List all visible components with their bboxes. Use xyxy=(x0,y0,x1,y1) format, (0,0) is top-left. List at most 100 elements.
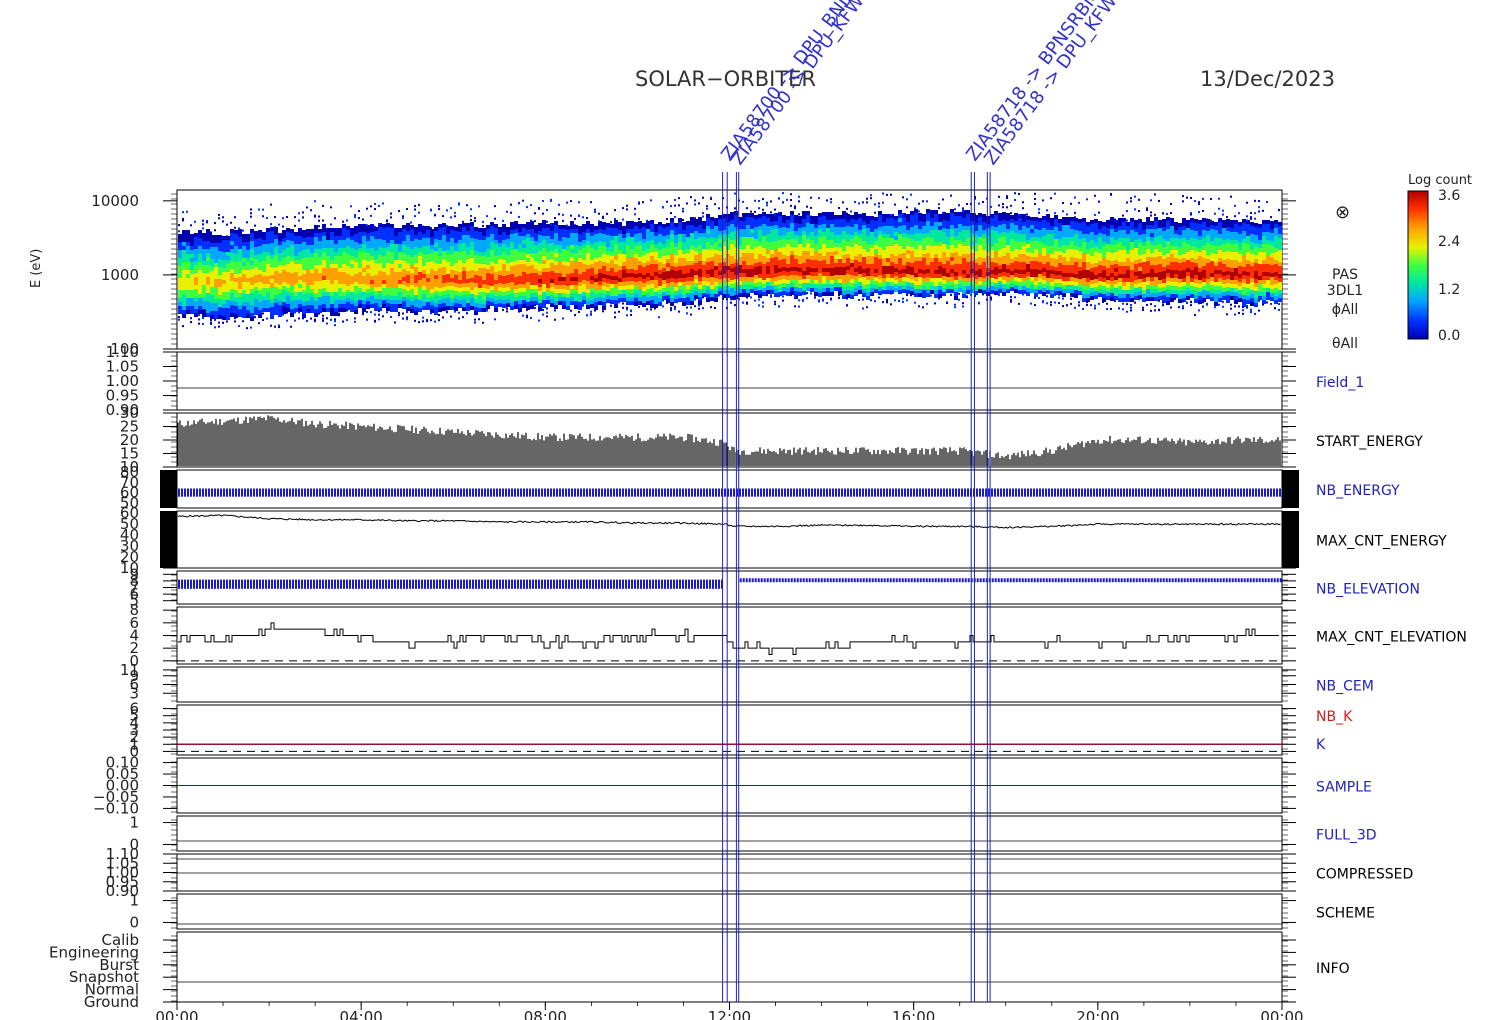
spectrogram-speckle xyxy=(858,299,860,302)
spectrogram-cell xyxy=(398,292,402,296)
spectrogram-cell xyxy=(478,280,482,284)
spectrogram-cell xyxy=(426,270,430,274)
spectrogram-cell xyxy=(198,246,202,250)
spectrogram-cell xyxy=(886,238,890,242)
spectrogram-cell xyxy=(610,284,614,288)
spectrogram-cell xyxy=(442,283,446,287)
spectrogram-speckle xyxy=(542,212,544,215)
spectrogram-cell xyxy=(850,275,854,279)
spectrogram-cell xyxy=(698,237,702,241)
spectrogram-cell xyxy=(490,270,494,274)
spectrogram-cell xyxy=(262,272,266,276)
spectrogram-cell xyxy=(394,240,398,244)
ytick-scheme-1: 0 xyxy=(129,913,139,931)
spectrogram-cell xyxy=(762,260,766,264)
ytick-full-3d-0: 1 xyxy=(129,814,139,832)
spectrogram-speckle xyxy=(542,313,544,316)
spectrogram-cell xyxy=(298,280,302,284)
spectrogram-cell xyxy=(762,268,766,272)
spectrogram-cell xyxy=(318,273,322,277)
spectrogram-cell xyxy=(254,271,258,275)
spectrogram-speckle xyxy=(806,292,808,295)
spectrogram-cell xyxy=(706,266,710,270)
spectrogram-cell xyxy=(874,273,878,277)
spectrogram-cell xyxy=(554,285,558,289)
spectrogram-cell xyxy=(430,281,434,285)
spectrogram-cell xyxy=(566,242,570,246)
spectrogram-cell xyxy=(594,230,598,234)
spectrogram-cell xyxy=(710,225,714,229)
spectrogram-cell xyxy=(470,234,474,238)
spectrogram-cell xyxy=(682,226,686,230)
spectrogram-speckle xyxy=(270,203,272,206)
spectrogram-cell xyxy=(454,307,458,311)
spectrogram-speckle xyxy=(902,300,904,303)
spectrogram-cell xyxy=(550,259,554,263)
spectrogram-cell xyxy=(314,245,318,249)
spectrogram-cell xyxy=(826,244,830,248)
spectrogram-cell xyxy=(590,228,594,232)
spectrogram-cell xyxy=(378,263,382,267)
spectrogram-cell xyxy=(498,275,502,279)
spectrogram-cell xyxy=(670,286,674,290)
spectrogram-speckle xyxy=(762,305,764,308)
spectrogram-cell xyxy=(586,273,590,277)
spectrogram-cell xyxy=(522,260,526,264)
spectrogram-cell xyxy=(250,245,254,249)
spectrogram-cell xyxy=(498,263,502,267)
spectrogram-cell xyxy=(518,244,522,248)
spectrogram-speckle xyxy=(458,311,460,314)
spectrogram-cell xyxy=(710,293,714,297)
spectrogram-cell xyxy=(386,259,390,263)
spectrogram-cell xyxy=(874,229,878,233)
spectrogram-cell xyxy=(554,261,558,265)
spectrogram-speckle xyxy=(346,226,348,229)
spectrogram-cell xyxy=(514,221,518,225)
spectrogram-cell xyxy=(786,292,790,296)
spectrogram-cell xyxy=(626,245,630,249)
spectrogram-cell xyxy=(366,269,370,273)
spectrogram-cell xyxy=(498,227,502,231)
spectrogram-cell xyxy=(630,233,634,237)
spectrogram-cell xyxy=(618,230,622,234)
spectrogram-cell xyxy=(702,253,706,257)
spectrogram-speckle xyxy=(314,200,316,203)
spectrogram-cell xyxy=(502,240,506,244)
spectrogram-cell xyxy=(278,233,282,237)
spectrogram-cell xyxy=(286,264,290,268)
spectrogram-cell xyxy=(538,255,542,259)
spectrogram-cell xyxy=(798,260,802,264)
spectrogram-speckle xyxy=(206,219,208,222)
spectrogram-cell xyxy=(554,293,558,297)
spectrogram-cell xyxy=(590,280,594,284)
spectrogram-cell xyxy=(474,271,478,275)
spectrogram-speckle xyxy=(326,317,328,320)
spectrogram-cell xyxy=(330,308,334,312)
spectrogram-cell xyxy=(402,265,406,269)
spectrogram-cell xyxy=(278,301,282,305)
spectrogram-cell xyxy=(626,269,630,273)
spectrogram-cell xyxy=(322,252,326,256)
spectrogram-cell xyxy=(386,295,390,299)
spectrogram-cell xyxy=(814,288,818,292)
spectrogram-cell xyxy=(662,244,666,248)
spectrogram-cell xyxy=(286,244,290,248)
spectrogram-cell xyxy=(602,298,606,302)
spectrogram-cell xyxy=(550,255,554,259)
spectrogram-cell xyxy=(494,264,498,268)
spectrogram-cell xyxy=(798,244,802,248)
spectrogram-cell xyxy=(858,266,862,270)
spectrogram-cell xyxy=(710,273,714,277)
spectrogram-cell xyxy=(434,255,438,259)
spectrogram-cell xyxy=(838,243,842,247)
spectrogram-cell xyxy=(190,242,194,246)
spectrogram-cell xyxy=(346,266,350,270)
spectrogram-cell xyxy=(690,225,694,229)
spectrogram-cell xyxy=(474,235,478,239)
spectrogram-cell xyxy=(534,233,538,237)
spectrogram-speckle xyxy=(806,297,808,300)
spectrogram-cell xyxy=(890,234,894,238)
spectrogram-cell xyxy=(618,246,622,250)
spectrogram-cell xyxy=(198,266,202,270)
spectrogram-cell xyxy=(474,227,478,231)
